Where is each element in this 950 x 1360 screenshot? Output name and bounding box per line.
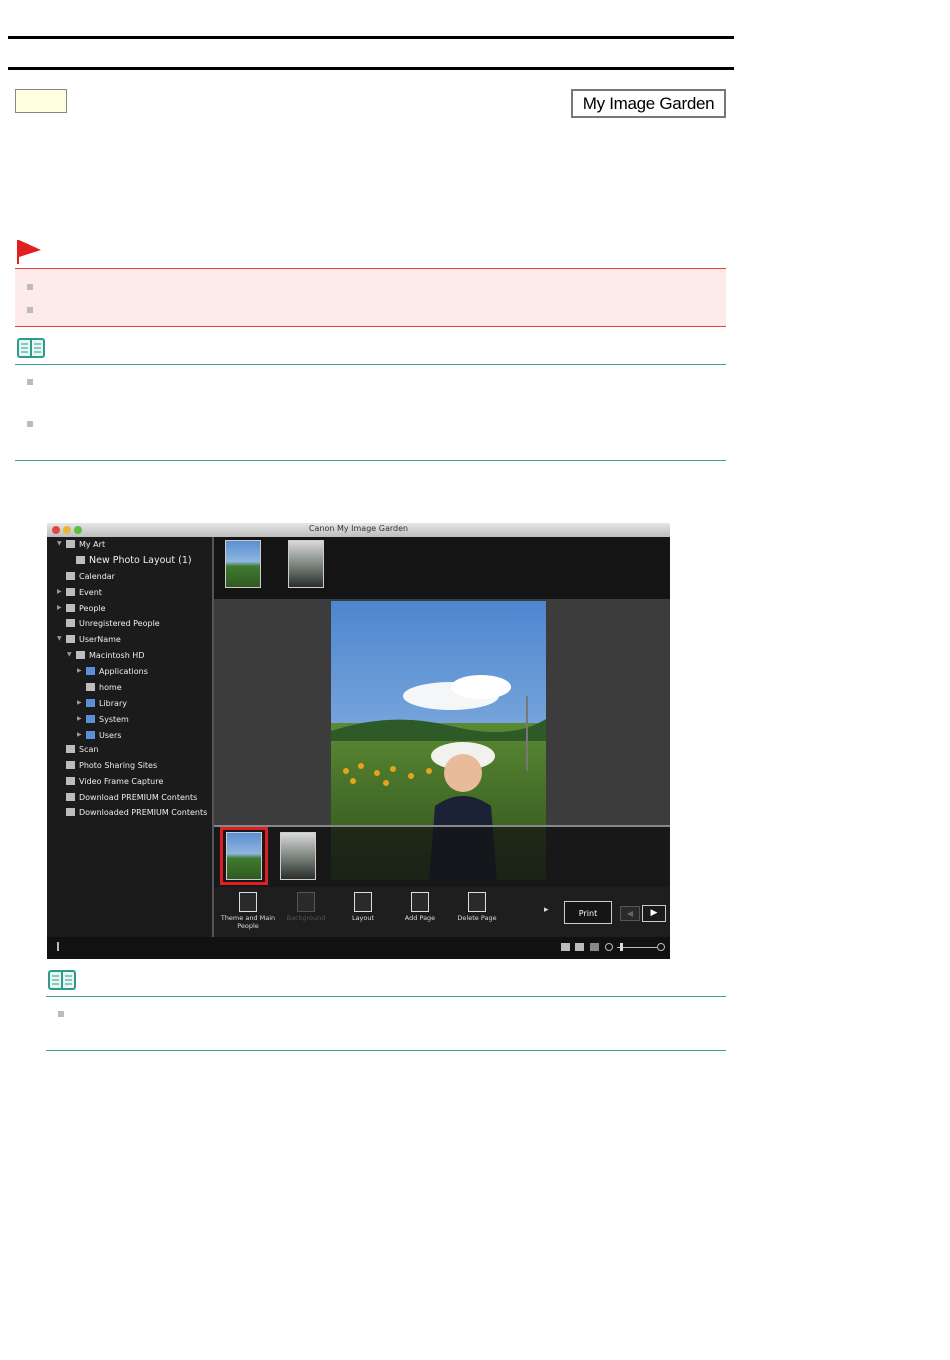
note-rule xyxy=(15,364,726,365)
bullet-icon xyxy=(27,421,33,427)
theme-icon xyxy=(239,892,257,912)
bullet-icon xyxy=(58,1011,64,1017)
zoom-in-icon[interactable] xyxy=(657,943,665,951)
sidebar: ▼ My Art New Photo Layout (1) Calendar ▶ E… xyxy=(47,537,212,937)
disk-icon xyxy=(76,651,85,659)
top-rule xyxy=(8,36,734,39)
sidebar-item-username[interactable]: ▼ UserName xyxy=(57,635,121,644)
bullet-icon xyxy=(27,284,33,290)
view-mode-icon[interactable] xyxy=(561,943,570,951)
next-icon[interactable]: ▶ xyxy=(642,905,666,922)
sidebar-item-calendar[interactable]: Calendar xyxy=(66,572,115,581)
event-icon xyxy=(66,588,75,596)
more-arrow-icon[interactable]: ▸ xyxy=(544,905,549,915)
status-bar xyxy=(47,937,670,959)
background-icon xyxy=(297,892,315,912)
home-icon xyxy=(86,683,95,691)
view-mode-icon[interactable] xyxy=(575,943,584,951)
bullet-icon xyxy=(27,379,33,385)
download-icon xyxy=(66,793,75,801)
previous-icon[interactable]: ◀ xyxy=(620,906,640,921)
info-icon[interactable] xyxy=(57,942,59,951)
sidebar-item-unregistered-people[interactable]: Unregistered People xyxy=(66,619,160,628)
view-mode-icon[interactable] xyxy=(590,943,599,951)
background-button[interactable]: Background xyxy=(276,892,336,922)
film-icon xyxy=(66,777,75,785)
item-thumbnail[interactable] xyxy=(288,540,324,588)
sidebar-item-macintosh-hd[interactable]: ▼ Macintosh HD xyxy=(67,651,144,660)
sidebar-item-users[interactable]: ▶ Users xyxy=(77,731,121,740)
important-box xyxy=(15,268,726,327)
theme-button[interactable]: Theme and Main People xyxy=(218,892,278,930)
sidebar-item-event[interactable]: ▶ Event xyxy=(57,588,102,597)
zoom-out-icon[interactable] xyxy=(605,943,613,951)
sidebar-item-applications[interactable]: ▶ Applications xyxy=(77,667,148,676)
sidebar-item-system[interactable]: ▶ System xyxy=(77,715,129,724)
sidebar-item-library[interactable]: ▶ Library xyxy=(77,699,127,708)
page-thumbnail[interactable] xyxy=(226,832,262,880)
bullet-icon xyxy=(27,307,33,313)
sidebar-item-download-premium[interactable]: Download PREMIUM Contents xyxy=(66,793,197,802)
sidebar-item-video-frame-capture[interactable]: Video Frame Capture xyxy=(66,777,163,786)
note-rule xyxy=(46,996,726,997)
folder-icon xyxy=(86,715,95,723)
layout-icon xyxy=(354,892,372,912)
calendar-icon xyxy=(66,572,75,580)
person-icon xyxy=(66,604,75,612)
page-strip xyxy=(214,825,670,889)
share-icon xyxy=(66,761,75,769)
note-rule xyxy=(46,1050,726,1051)
sidebar-item-people[interactable]: ▶ People xyxy=(57,604,106,613)
zoom-slider-thumb[interactable] xyxy=(620,943,623,951)
item-strip xyxy=(214,537,670,599)
window-title: Canon My Image Garden xyxy=(308,524,409,533)
print-button[interactable]: Print xyxy=(564,901,612,924)
back-to-top-button[interactable] xyxy=(15,89,67,113)
note-rule xyxy=(15,460,726,461)
sidebar-item-my-art[interactable]: ▼ My Art xyxy=(57,540,105,549)
delete-page-icon xyxy=(468,892,486,912)
folder-icon xyxy=(86,731,95,739)
app-window: Canon My Image Garden ▼ My Art New Photo … xyxy=(47,523,670,959)
note-book-icon xyxy=(17,338,45,358)
folder-icon xyxy=(86,699,95,707)
sidebar-item-home[interactable]: home xyxy=(86,683,122,692)
header-rule xyxy=(8,67,734,70)
product-tag: My Image Garden xyxy=(571,89,726,118)
layout-icon xyxy=(76,556,85,564)
sidebar-item-downloaded-premium[interactable]: Downloaded PREMIUM Contents xyxy=(66,808,207,817)
zoom-slider[interactable] xyxy=(617,947,657,948)
folder-icon xyxy=(66,808,75,816)
page-thumbnail[interactable] xyxy=(280,832,316,880)
sidebar-item-photo-sharing[interactable]: Photo Sharing Sites xyxy=(66,761,157,770)
art-icon xyxy=(66,540,75,548)
flag-icon xyxy=(17,240,41,264)
delete-page-button[interactable]: Delete Page xyxy=(447,892,507,922)
scan-icon xyxy=(66,745,75,753)
sidebar-item-new-photo-layout[interactable]: New Photo Layout (1) xyxy=(76,555,192,566)
computer-icon xyxy=(66,635,75,643)
item-thumbnail[interactable] xyxy=(225,540,261,588)
sidebar-item-scan[interactable]: Scan xyxy=(66,745,98,754)
note-book-icon xyxy=(48,970,76,990)
add-page-button[interactable]: Add Page xyxy=(390,892,450,922)
person-icon xyxy=(66,619,75,627)
add-page-icon xyxy=(411,892,429,912)
layout-button[interactable]: Layout xyxy=(333,892,393,922)
title-bar: Canon My Image Garden xyxy=(47,523,670,537)
folder-icon xyxy=(86,667,95,675)
